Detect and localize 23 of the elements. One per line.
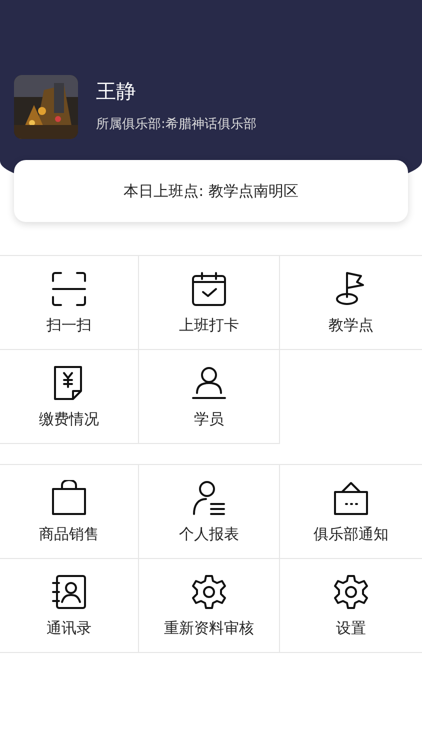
menu-item[interactable]: 教学点: [280, 256, 422, 350]
club-name: 所属俱乐部:希腊神话俱乐部: [96, 116, 256, 133]
notice-board-icon: [333, 480, 369, 516]
menu-item[interactable]: 商品销售: [0, 465, 139, 559]
menu-item[interactable]: 上班打卡: [139, 256, 280, 350]
gear-icon: [191, 574, 227, 610]
contact-book-icon: [51, 574, 87, 610]
workplace-text: 本日上班点: 教学点南明区: [124, 182, 298, 200]
menu-item[interactable]: 扫一扫: [0, 256, 139, 350]
user-list-icon: [191, 480, 227, 516]
menu-item[interactable]: 学员: [139, 350, 280, 444]
shopping-bag-icon: [51, 480, 87, 516]
gear-icon: [333, 574, 369, 610]
menu-item[interactable]: 设置: [280, 559, 422, 653]
menu-item[interactable]: 个人报表: [139, 465, 280, 559]
menu-item[interactable]: 通讯录: [0, 559, 139, 653]
menu-item[interactable]: 俱乐部通知: [280, 465, 422, 559]
scan-icon: [51, 271, 87, 307]
calendar-check-icon: [191, 271, 227, 307]
user-name: 王静: [96, 78, 137, 105]
user-icon: [191, 365, 227, 401]
menu-item[interactable]: 重新资料审核: [139, 559, 280, 653]
menu-item[interactable]: 缴费情况: [0, 350, 139, 444]
